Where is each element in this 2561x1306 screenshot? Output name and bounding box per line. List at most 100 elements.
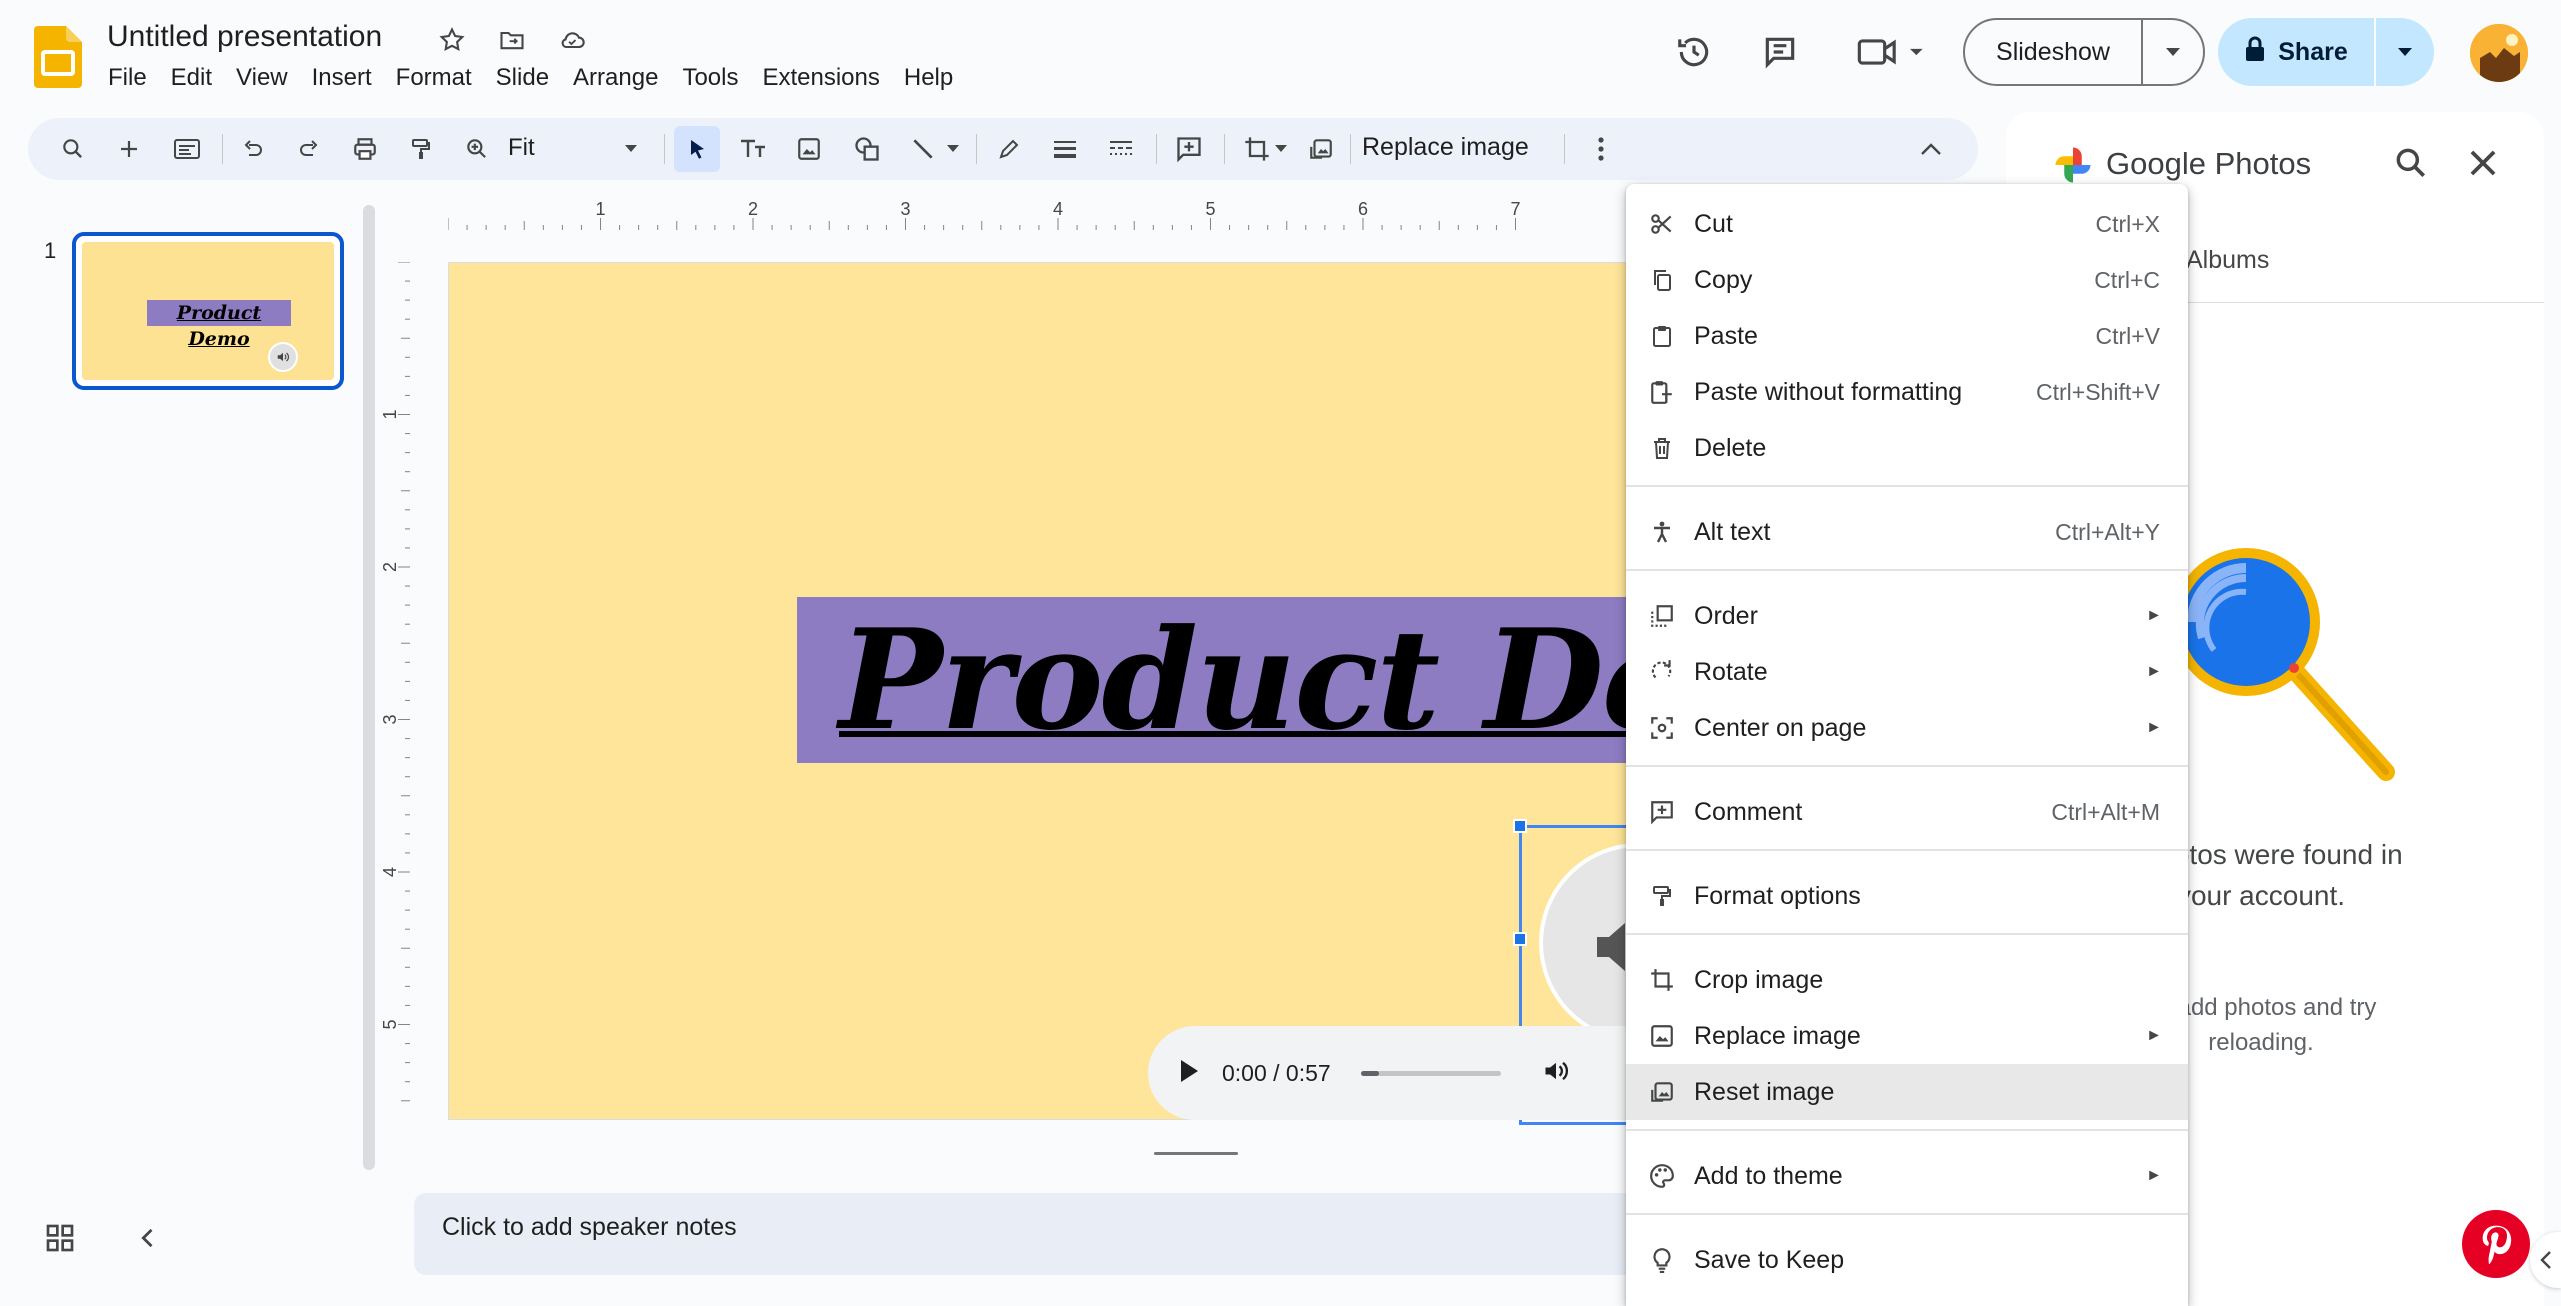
- menu-item-order[interactable]: Order ►: [1626, 588, 2188, 644]
- star-icon[interactable]: [434, 22, 470, 58]
- menu-separator: [1626, 849, 2188, 851]
- menu-format[interactable]: Format: [384, 64, 484, 92]
- menu-item-center-on-page[interactable]: Center on page ►: [1626, 700, 2188, 756]
- menu-item-rotate[interactable]: Rotate ►: [1626, 644, 2188, 700]
- ruler-label: 2: [748, 202, 758, 219]
- vertical-ruler: 1 2 3 4 5: [382, 262, 410, 1102]
- slideshow-label[interactable]: Slideshow: [1965, 20, 2143, 84]
- version-history-icon[interactable]: [1666, 24, 1722, 80]
- slideshow-dropdown-icon[interactable]: [2143, 20, 2203, 84]
- submenu-arrow-icon: ►: [2146, 719, 2162, 736]
- scissors-icon: [1648, 210, 1676, 238]
- menu-file[interactable]: File: [96, 64, 159, 92]
- volume-icon[interactable]: [1541, 1057, 1571, 1090]
- share-dropdown-icon[interactable]: [2376, 18, 2434, 86]
- resize-handle[interactable]: [1513, 932, 1527, 946]
- lightbulb-icon: [1648, 1246, 1676, 1274]
- thumbnail-audio-icon: [268, 342, 298, 372]
- document-title[interactable]: Untitled presentation: [107, 20, 382, 54]
- notes-resize-handle[interactable]: [1154, 1152, 1238, 1155]
- comments-icon[interactable]: [1752, 24, 1808, 80]
- menu-item-delete[interactable]: Delete: [1626, 420, 2188, 476]
- zoom-select[interactable]: Fit: [508, 134, 535, 162]
- tab-albums[interactable]: Albums: [2186, 246, 2269, 275]
- crop-dropdown-icon[interactable]: [1268, 126, 1294, 172]
- audio-player[interactable]: 0:00 / 0:57: [1148, 1026, 1668, 1120]
- undo-icon[interactable]: [230, 126, 276, 172]
- menu-separator: [1626, 1129, 2188, 1131]
- player-progress-bar[interactable]: [1360, 1070, 1501, 1076]
- new-slide-icon[interactable]: [106, 126, 152, 172]
- close-icon[interactable]: [2464, 144, 2502, 187]
- menu-item-paste[interactable]: Paste Ctrl+V: [1626, 308, 2188, 364]
- menu-tools[interactable]: Tools: [670, 64, 750, 92]
- play-icon[interactable]: [1178, 1058, 1200, 1089]
- select-cursor-icon[interactable]: [674, 126, 720, 172]
- redo-icon[interactable]: [286, 126, 332, 172]
- slides-logo[interactable]: [34, 26, 82, 88]
- menu-item-replace-image[interactable]: Replace image ►: [1626, 1008, 2188, 1064]
- zoom-icon[interactable]: [454, 126, 500, 172]
- replace-image-button[interactable]: Replace image: [1362, 133, 1529, 162]
- shape-icon[interactable]: [844, 126, 890, 172]
- menu-item-format-options[interactable]: Format options: [1626, 868, 2188, 924]
- menu-separator: [1626, 485, 2188, 487]
- search-menus-icon[interactable]: [50, 126, 96, 172]
- resize-handle[interactable]: [1513, 819, 1527, 833]
- paste-plain-icon: [1648, 378, 1676, 406]
- menu-item-reset-image[interactable]: Reset image: [1626, 1064, 2188, 1120]
- menu-item-save-to-keep[interactable]: Save to Keep: [1626, 1232, 2188, 1288]
- share-button[interactable]: Share: [2218, 18, 2434, 86]
- grid-view-icon[interactable]: [44, 1222, 76, 1259]
- panel-title: Google Photos: [2106, 146, 2312, 181]
- insert-image-icon[interactable]: [786, 126, 832, 172]
- paint-format-icon[interactable]: [398, 126, 444, 172]
- print-icon[interactable]: [342, 126, 388, 172]
- menu-help[interactable]: Help: [892, 64, 965, 92]
- layout-icon[interactable]: [164, 126, 210, 172]
- menu-item-cut[interactable]: Cut Ctrl+X: [1626, 196, 2188, 252]
- palette-icon: [1648, 1162, 1676, 1190]
- lock-icon: [2244, 36, 2266, 69]
- menu-item-add-to-theme[interactable]: Add to theme ►: [1626, 1148, 2188, 1204]
- slideshow-button[interactable]: Slideshow: [1963, 18, 2205, 86]
- speaker-notes[interactable]: Click to add speaker notes: [414, 1193, 1628, 1275]
- search-icon[interactable]: [2392, 144, 2430, 187]
- menu-slide[interactable]: Slide: [484, 64, 561, 92]
- ruler-label: 1: [382, 409, 400, 419]
- zoom-dropdown-icon[interactable]: [608, 126, 654, 172]
- pinterest-icon[interactable]: [2462, 1210, 2530, 1278]
- more-options-icon[interactable]: [1578, 126, 1624, 172]
- comment-add-icon: [1648, 798, 1676, 826]
- border-color-icon[interactable]: [986, 126, 1032, 172]
- border-weight-icon[interactable]: [1042, 126, 1088, 172]
- slide-canvas[interactable]: Product Demo: [448, 262, 1924, 1125]
- avatar[interactable]: [2470, 24, 2528, 82]
- line-dropdown-icon[interactable]: [940, 126, 966, 172]
- menu-item-comment[interactable]: Comment Ctrl+Alt+M: [1626, 784, 2188, 840]
- reset-image-icon[interactable]: [1298, 126, 1344, 172]
- cloud-saved-icon[interactable]: [554, 22, 590, 58]
- menu-extensions[interactable]: Extensions: [750, 64, 891, 92]
- collapse-toolbar-icon[interactable]: [1908, 126, 1954, 172]
- submenu-arrow-icon: ►: [2146, 607, 2162, 624]
- menu-separator: [1626, 1213, 2188, 1215]
- menu-edit[interactable]: Edit: [159, 64, 224, 92]
- menu-insert[interactable]: Insert: [300, 64, 384, 92]
- filmstrip-scrollbar[interactable]: [363, 205, 375, 1170]
- menu-item-paste-without-formatting[interactable]: Paste without formatting Ctrl+Shift+V: [1626, 364, 2188, 420]
- menu-view[interactable]: View: [224, 64, 300, 92]
- collapse-filmstrip-icon[interactable]: [134, 1222, 162, 1259]
- move-folder-icon[interactable]: [494, 22, 530, 58]
- image-icon: [1648, 1022, 1676, 1050]
- menu-arrange[interactable]: Arrange: [561, 64, 670, 92]
- submenu-arrow-icon: ►: [2146, 1167, 2162, 1184]
- meet-icon[interactable]: [1846, 24, 1936, 80]
- add-comment-icon[interactable]: [1166, 126, 1212, 172]
- menu-item-copy[interactable]: Copy Ctrl+C: [1626, 252, 2188, 308]
- text-box-icon[interactable]: [730, 126, 776, 172]
- menu-item-crop-image[interactable]: Crop image: [1626, 952, 2188, 1008]
- menu-item-alt-text[interactable]: Alt text Ctrl+Alt+Y: [1626, 504, 2188, 560]
- border-dash-icon[interactable]: [1098, 126, 1144, 172]
- slide-thumbnail[interactable]: Product Demo: [72, 232, 344, 390]
